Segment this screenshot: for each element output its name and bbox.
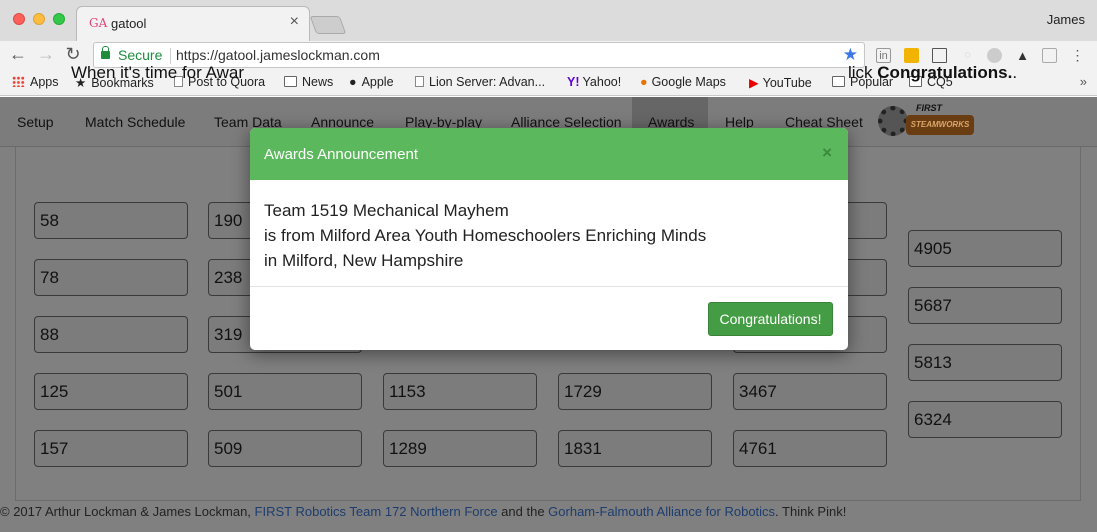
gear-icon — [878, 106, 908, 136]
award-team-org: is from Milford Area Youth Homeschoolers… — [264, 226, 707, 245]
apple-icon: ● — [349, 75, 357, 89]
extension-chain-icon[interactable] — [987, 48, 1002, 63]
modal-title: Awards Announcement — [264, 146, 418, 163]
folder-icon — [832, 76, 845, 87]
maximize-window-button[interactable] — [53, 13, 65, 25]
tab-favicon-icon: GA — [89, 16, 108, 30]
profile-name[interactable]: James — [1047, 12, 1085, 27]
tab-title: gatool — [111, 16, 147, 31]
drive-icon[interactable]: ▲ — [1015, 48, 1030, 63]
bookmark-yahoo[interactable]: Y! Yahoo! — [567, 75, 621, 89]
bookmark-google-maps[interactable]: ● Google Maps — [640, 75, 726, 89]
apple-doc-icon — [415, 76, 424, 87]
modal-body: Team 1519 Mechanical Mayhem is from Milf… — [264, 198, 706, 273]
team-button[interactable]: 125 — [34, 373, 188, 410]
secure-label: Secure — [118, 47, 163, 63]
award-team-location: in Milford, New Hampshire — [264, 251, 464, 270]
page-footer: © 2017 Arthur Lockman & James Lockman, F… — [0, 504, 847, 519]
yahoo-icon: Y! — [567, 75, 580, 89]
team-button[interactable]: 157 — [34, 430, 188, 467]
footer-link-gfar[interactable]: Gorham-Falmouth Alliance for Robotics — [548, 504, 775, 519]
team-button[interactable]: 501 — [208, 373, 362, 410]
bookmark-apps[interactable]: Apps — [12, 75, 59, 89]
congratulations-button[interactable]: Congratulations! — [708, 302, 833, 336]
maps-icon: ● — [640, 75, 648, 89]
modal-header: Awards Announcement × — [250, 128, 848, 180]
youtube-icon: ▶ — [749, 76, 759, 90]
team-button[interactable]: 3467 — [733, 373, 887, 410]
bookmarks-overflow-icon[interactable]: » — [1080, 74, 1087, 89]
cast-icon[interactable] — [932, 48, 947, 63]
bookmark-news[interactable]: News — [284, 75, 333, 89]
apps-icon — [12, 76, 25, 87]
team-button[interactable]: 5813 — [908, 344, 1062, 381]
team-button[interactable]: 6324 — [908, 401, 1062, 438]
modal-divider — [250, 286, 848, 287]
footer-link-team172[interactable]: FIRST Robotics Team 172 Northern Force — [255, 504, 498, 519]
bookmark-lion-server[interactable]: Lion Server: Advan... — [415, 75, 545, 89]
url-text[interactable]: https://gatool.jameslockman.com — [176, 47, 380, 63]
tab-close-icon[interactable]: × — [290, 13, 299, 31]
bookmark-star-icon[interactable]: ★ — [843, 45, 858, 65]
team-button[interactable]: 4905 — [908, 230, 1062, 267]
team-button[interactable]: 58 — [34, 202, 188, 239]
extension-in-icon[interactable]: in — [876, 48, 891, 63]
steamworks-logo: FIRST STEAMWORKS — [876, 100, 976, 142]
back-arrow-icon[interactable]: ← — [8, 44, 28, 65]
browser-tab[interactable]: GA gatool × — [76, 6, 310, 41]
team-button[interactable]: 78 — [34, 259, 188, 296]
team-button[interactable]: 1289 — [383, 430, 537, 467]
bookmark-apple[interactable]: ● Apple — [349, 75, 394, 89]
browser-tabbar: GA gatool × James — [0, 0, 1097, 41]
extension-slash-icon[interactable] — [1042, 48, 1057, 63]
lock-icon — [101, 46, 110, 59]
menu-dots-icon[interactable]: ⋮ — [1070, 48, 1085, 63]
extension-pause-icon[interactable] — [904, 48, 919, 63]
team-button[interactable]: 1153 — [383, 373, 537, 410]
close-window-button[interactable] — [13, 13, 25, 25]
awards-announcement-modal: Awards Announcement × Team 1519 Mechanic… — [250, 128, 848, 350]
extension-swirl-icon[interactable]: ◌ — [960, 48, 975, 63]
team-button[interactable]: 5687 — [908, 287, 1062, 324]
award-team-name: Team 1519 Mechanical Mayhem — [264, 201, 509, 220]
nav-match-schedule[interactable]: Match Schedule — [85, 114, 185, 130]
new-tab-button[interactable] — [309, 16, 347, 34]
team-button[interactable]: 509 — [208, 430, 362, 467]
instruction-text-right: lick Congratulations.. — [848, 63, 1018, 82]
team-button[interactable]: 1729 — [558, 373, 712, 410]
nav-setup[interactable]: Setup — [17, 114, 54, 130]
instruction-text-left: When it's time for Awar — [71, 63, 244, 82]
team-button[interactable]: 1831 — [558, 430, 712, 467]
team-button[interactable]: 4761 — [733, 430, 887, 467]
bookmark-youtube[interactable]: ▶ YouTube — [749, 75, 812, 90]
reload-icon[interactable]: ↻ — [63, 44, 83, 65]
folder-icon — [284, 76, 297, 87]
close-icon[interactable]: × — [822, 143, 832, 163]
logo-steamworks-text: STEAMWORKS — [906, 115, 974, 135]
logo-first-text: FIRST — [916, 103, 942, 113]
address-separator — [170, 48, 171, 64]
minimize-window-button[interactable] — [33, 13, 45, 25]
team-button[interactable]: 88 — [34, 316, 188, 353]
forward-arrow-icon[interactable]: → — [36, 44, 56, 65]
